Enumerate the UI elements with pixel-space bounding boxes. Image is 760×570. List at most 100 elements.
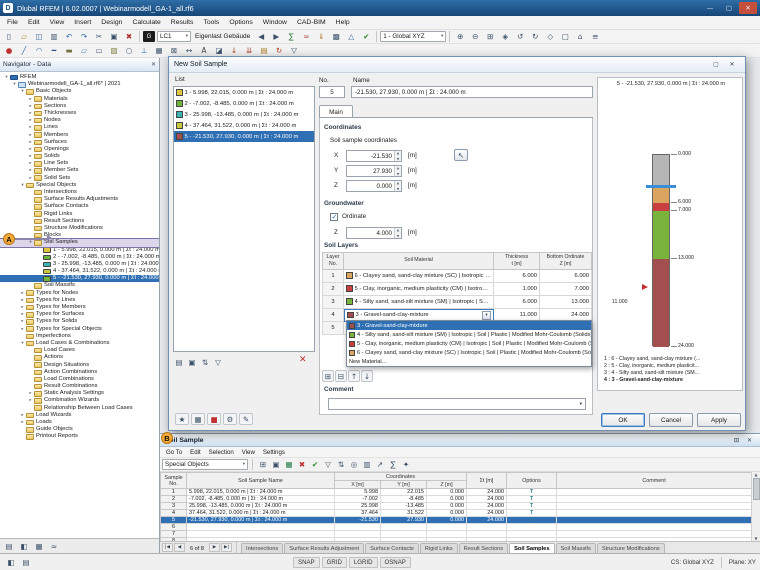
mesh-icon[interactable]: ▩ <box>329 31 343 43</box>
tree-expander-icon[interactable]: ▸ <box>27 153 34 160</box>
cell-options[interactable] <box>506 530 558 538</box>
y-spinner[interactable] <box>394 166 401 176</box>
table-row[interactable]: 3 25.998, -13.485, 0.000 m | Σt : 24.000… <box>160 502 753 510</box>
menu-item[interactable]: Window <box>258 19 292 26</box>
navigator-close-icon[interactable]: ✕ <box>151 61 156 68</box>
layer-down-icon[interactable]: ↓ <box>361 370 373 382</box>
cell-sample-no[interactable]: 1 <box>160 488 187 496</box>
cell-sum-t[interactable] <box>466 537 508 541</box>
soil-layer-row[interactable]: 1 6 - Clayey sand, sand-clay mixture (SC… <box>322 269 592 283</box>
comment-combo[interactable]: ▾ <box>328 398 586 410</box>
status-tables-icon[interactable]: ▤ <box>19 556 33 568</box>
tree-item[interactable]: ▸ Load Wizards <box>0 412 159 419</box>
table-tab[interactable]: Intersections <box>241 543 284 553</box>
table-row[interactable]: 2 -7.002, -8.485, 0.000 m | Σt : 24.000 … <box>160 495 753 503</box>
table-row[interactable]: 8 <box>160 537 753 541</box>
nav-tab-views-icon[interactable]: ▦ <box>32 540 46 552</box>
mesh-refinement-icon[interactable]: ▦ <box>152 45 166 57</box>
text-annotation-icon[interactable]: A <box>197 45 211 57</box>
tree-item[interactable]: ▸ Solids <box>0 153 159 160</box>
cell-sample-no[interactable]: 3 <box>160 502 187 510</box>
layer-bottom-ordinate-cell[interactable]: 13.000 <box>540 295 592 309</box>
table-tab[interactable]: Rigid Links <box>419 543 458 553</box>
solid-icon[interactable]: ▧ <box>107 45 121 57</box>
tree-item[interactable]: 4 - 37.464, 31.522, 0.000 m | Σt : 24.00… <box>0 268 159 275</box>
x-spinner[interactable] <box>394 151 401 161</box>
list-new-icon[interactable]: ▤ <box>173 356 185 368</box>
status-navigator-icon[interactable]: ◧ <box>4 556 18 568</box>
print-icon[interactable]: ▥ <box>47 31 61 43</box>
check-model-icon[interactable]: ✔ <box>359 31 373 43</box>
opening-icon[interactable]: ▭ <box>92 45 106 57</box>
status-toggle[interactable]: LGRID <box>348 556 378 568</box>
z-spinner[interactable] <box>394 181 401 191</box>
cancel-button[interactable]: Cancel <box>649 413 693 427</box>
section-plane-icon[interactable]: ◪ <box>212 45 226 57</box>
tree-expander-icon[interactable]: ▸ <box>19 412 26 419</box>
tree-expander-icon[interactable]: ▸ <box>27 110 34 117</box>
coordinate-system-combo[interactable]: 1 - Global XYZ ▾ <box>380 31 447 42</box>
y-coordinate-field[interactable]: 27.930 <box>346 165 402 177</box>
material-dropdown-item[interactable]: New Material... <box>347 357 591 366</box>
next-table-button[interactable]: ▶ <box>209 543 220 552</box>
table-search-icon[interactable]: ◎ <box>348 459 360 471</box>
table-row[interactable]: 5 -21.530, 27.930, 0.000 m | Σt : 24.000… <box>160 516 753 524</box>
rotate-back-icon[interactable]: ↻ <box>528 31 542 43</box>
arc-icon[interactable]: ◠ <box>32 45 46 57</box>
new-model-icon[interactable]: ▯ <box>2 31 16 43</box>
guide-object-icon[interactable]: ▽ <box>287 45 301 57</box>
rotate-view-icon[interactable]: ↺ <box>513 31 527 43</box>
tree-item[interactable]: ▸ Openings <box>0 146 159 153</box>
tree-item[interactable]: Surface Results Adjustments <box>0 196 159 203</box>
tree-item[interactable]: ▸ Types for Solids <box>0 318 159 325</box>
menu-item[interactable]: File <box>2 19 23 26</box>
menu-item[interactable]: CAD-BIM <box>292 19 331 26</box>
table-tab[interactable]: Soil Samples <box>509 543 555 553</box>
settings-icon[interactable]: ⚙ <box>223 413 237 425</box>
tree-item[interactable]: ▾ RFEM <box>0 74 159 81</box>
cell-sample-no[interactable]: 8 <box>160 537 187 541</box>
tree-item[interactable]: Design Situations <box>0 362 159 369</box>
cut-icon[interactable]: ✂ <box>92 31 106 43</box>
zoom-in-icon[interactable]: ⊕ <box>453 31 467 43</box>
tree-expander-icon[interactable]: ▸ <box>27 96 34 103</box>
tree-expander-icon[interactable]: ▸ <box>27 167 34 174</box>
tree-item[interactable]: 2 - -7.002, -8.485, 0.000 m | Σt : 24.00… <box>0 254 159 261</box>
menu-item[interactable]: Design <box>96 19 127 26</box>
cell-sum-t[interactable]: 24.000 <box>466 488 508 496</box>
cell-x[interactable]: 25.998 <box>334 502 381 510</box>
soil-layer-row[interactable]: 3 4 - Silty sand, sand-silt mixture (SM)… <box>322 295 592 309</box>
table-menu-item[interactable]: View <box>238 449 259 456</box>
tree-item[interactable]: ▸ Surfaces <box>0 139 159 146</box>
tree-item[interactable]: 3 - 25.998, -13.485, 0.000 m | Σt : 24.0… <box>0 261 159 268</box>
cell-name[interactable] <box>186 530 335 538</box>
table-row[interactable]: 1 5.998, 22.015, 0.000 m | Σt : 24.000 m… <box>160 488 753 496</box>
cell-name[interactable]: -21.530, 27.930, 0.000 m | Σt : 24.000 m <box>186 516 335 524</box>
redo-icon[interactable]: ↷ <box>77 31 91 43</box>
tree-item[interactable]: Rigid Links <box>0 211 159 218</box>
table-print-icon[interactable]: ▥ <box>361 459 373 471</box>
tree-item[interactable]: Result Sections <box>0 218 159 225</box>
show-loads-icon[interactable]: ⇓ <box>314 31 328 43</box>
show-results-icon[interactable]: ≈ <box>299 31 313 43</box>
cell-z[interactable]: 0.000 <box>425 488 468 496</box>
tree-item[interactable]: Load Cases <box>0 347 159 354</box>
list-copy-icon[interactable]: ▣ <box>186 356 198 368</box>
minimize-button[interactable]: — <box>701 2 719 14</box>
material-dropdown-item[interactable]: 3 - Gravel-sand-clay-mixture <box>347 321 591 330</box>
cell-z[interactable] <box>425 523 468 531</box>
cell-name[interactable] <box>186 537 335 541</box>
pan-icon[interactable]: ◈ <box>498 31 512 43</box>
table-new-row-icon[interactable]: ⊞ <box>257 459 269 471</box>
cell-sum-t[interactable] <box>466 523 508 531</box>
layer-add-icon[interactable]: ⊞ <box>322 370 334 382</box>
tree-item[interactable]: Surface Contacts <box>0 203 159 210</box>
cell-comment[interactable] <box>556 516 753 524</box>
cell-x[interactable]: 37.464 <box>334 509 381 517</box>
open-model-icon[interactable]: ▱ <box>17 31 31 43</box>
cell-options[interactable]: T <box>506 495 558 503</box>
material-dropdown-button[interactable] <box>482 310 491 320</box>
tree-item[interactable]: ▸ Thicknesses <box>0 110 159 117</box>
table-copy-icon[interactable]: ▣ <box>270 459 282 471</box>
cell-sample-no[interactable]: 6 <box>160 523 187 531</box>
